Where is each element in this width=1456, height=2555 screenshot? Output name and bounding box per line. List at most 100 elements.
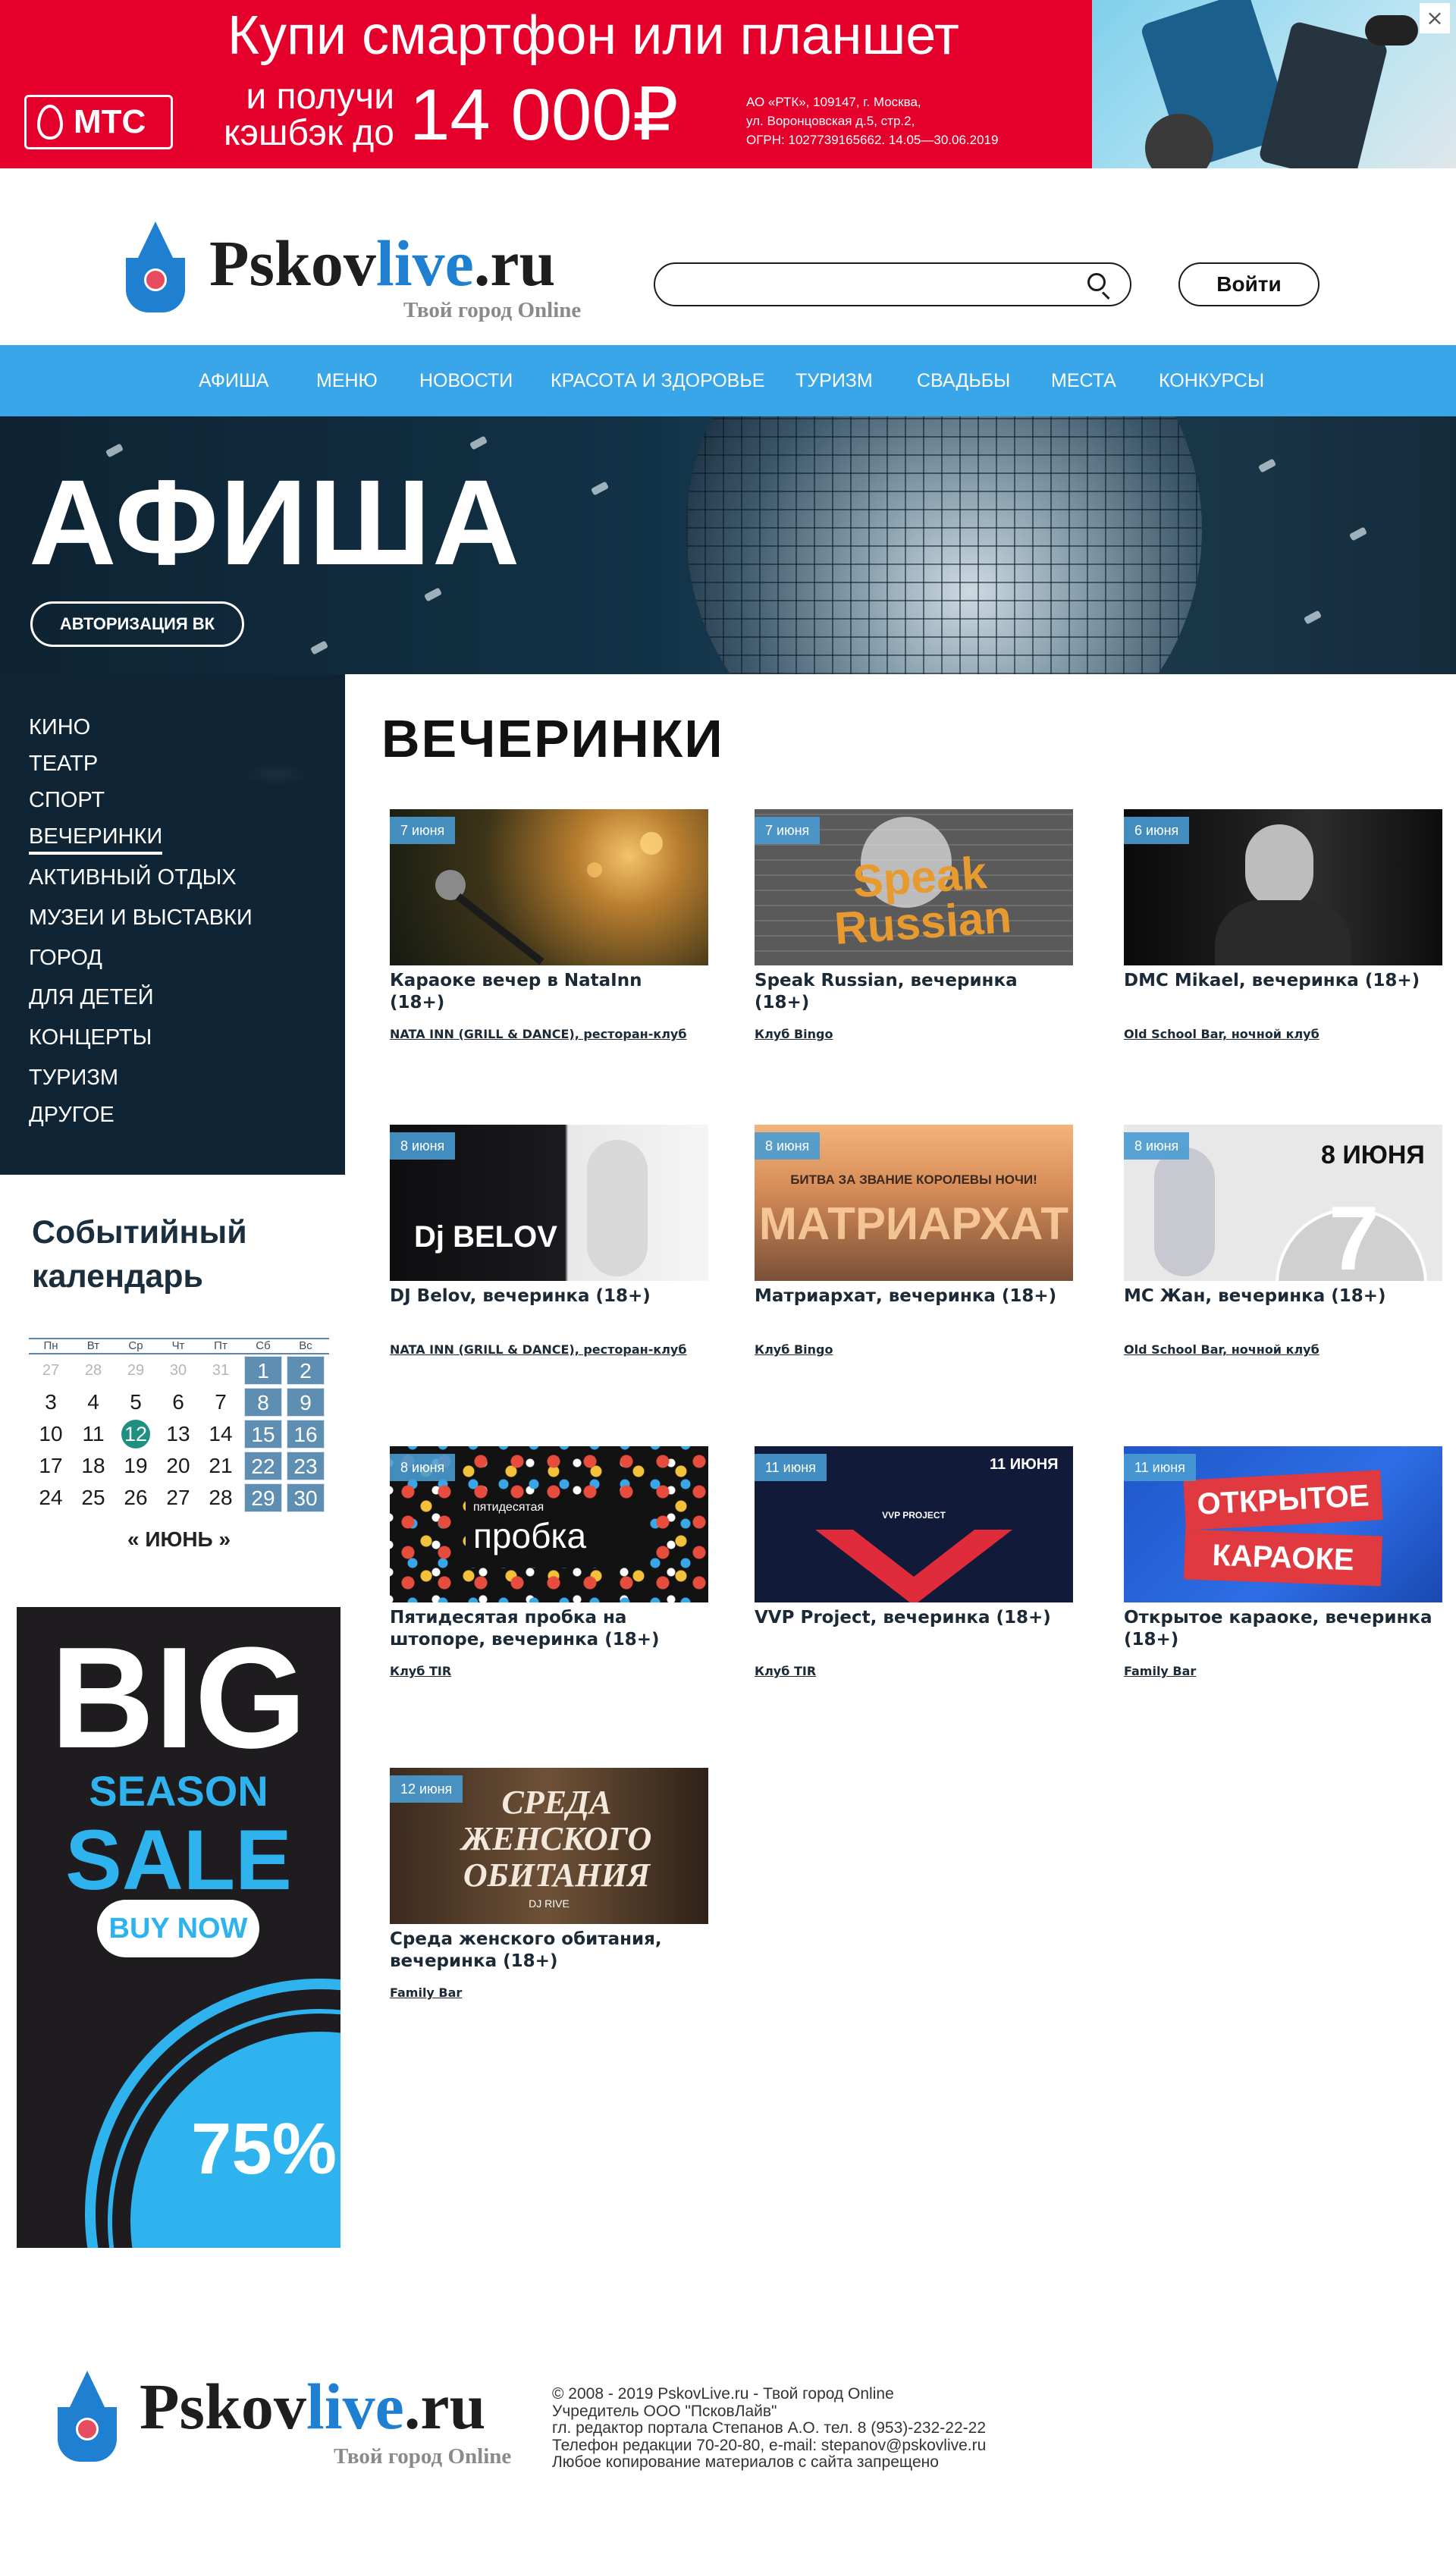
calendar-day[interactable]: 19 [117, 1452, 155, 1480]
calendar-day[interactable]: 8 [244, 1388, 282, 1417]
event-image[interactable]: 11 ИЮНЯ VVP PROJECT 11 июня [755, 1446, 1073, 1602]
event-image[interactable]: Speak Russian 7 июня [755, 809, 1073, 965]
event-place-link[interactable]: NATA INN (GRILL & DANCE), ресторан-клуб [390, 1342, 687, 1358]
calendar-day[interactable]: 29 [117, 1356, 155, 1385]
event-place-link[interactable]: Old School Bar, ночной клуб [1124, 1342, 1320, 1358]
event-image[interactable]: 7 июня [390, 809, 708, 965]
event-title[interactable]: Speak Russian, вечеринка (18+) [755, 970, 1065, 1014]
calendar-day[interactable]: 25 [74, 1483, 112, 1512]
search-box[interactable] [654, 262, 1131, 306]
calendar-day[interactable]: 16 [287, 1420, 325, 1449]
event-image[interactable]: ОТКРЫТОЕ КАРАОКЕ 11 июня [1124, 1446, 1442, 1602]
event-place-link[interactable]: Family Bar [1124, 1663, 1196, 1680]
calendar-day[interactable]: 31 [202, 1356, 240, 1385]
event-title[interactable]: Караоке вечер в NataInn (18+) [390, 970, 701, 1014]
site-logo[interactable]: Pskovlive.ru [209, 229, 555, 297]
sidebar-item-cinema[interactable]: КИНО [29, 714, 90, 741]
calendar-day[interactable]: 29 [244, 1483, 282, 1512]
event-place-link[interactable]: Клуб TIR [390, 1663, 451, 1680]
sidebar-item-kids[interactable]: ДЛЯ ДЕТЕЙ [29, 984, 154, 1011]
event-image[interactable]: БИТВА ЗА ЗВАНИЕ КОРОЛЕВЫ НОЧИ! МАТРИАРХА… [755, 1125, 1073, 1281]
nav-item-weddings[interactable]: СВАДЬБЫ [917, 368, 1010, 394]
calendar-day[interactable]: 6 [159, 1388, 197, 1417]
calendar-day[interactable]: 1 [244, 1356, 282, 1385]
sidebar-item-tourism[interactable]: ТУРИЗМ [29, 1064, 118, 1091]
calendar-day[interactable]: 27 [32, 1356, 70, 1385]
close-icon[interactable]: × [1420, 3, 1450, 33]
calendar-day[interactable]: 30 [159, 1356, 197, 1385]
calendar-day-today[interactable]: 12 [117, 1420, 155, 1449]
event-title[interactable]: Матриархат, вечеринка (18+) [755, 1285, 1065, 1307]
event-title[interactable]: DMC Mikael, вечеринка (18+) [1124, 970, 1435, 992]
nav-item-tourism[interactable]: ТУРИЗМ [795, 368, 873, 394]
calendar-day[interactable]: 26 [117, 1483, 155, 1512]
search-input[interactable] [673, 270, 1068, 299]
sidebar-item-concerts[interactable]: КОНЦЕРТЫ [29, 1024, 152, 1051]
chevron-left-icon[interactable]: « [127, 1527, 140, 1551]
calendar-day[interactable]: 3 [32, 1388, 70, 1417]
event-image[interactable]: 8 ИЮНЯ 7 8 июня [1124, 1125, 1442, 1281]
nav-item-afisha[interactable]: АФИША [199, 368, 268, 394]
event-place-link[interactable]: Клуб TIR [755, 1663, 816, 1680]
calendar-day[interactable]: 13 [159, 1420, 197, 1449]
calendar-day[interactable]: 28 [202, 1483, 240, 1512]
sidebar-item-museums[interactable]: МУЗЕИ И ВЫСТАВКИ [29, 904, 253, 931]
event-place-link[interactable]: Клуб Bingo [755, 1342, 833, 1358]
calendar-day[interactable]: 20 [159, 1452, 197, 1480]
event-place-link[interactable]: Family Bar [390, 1985, 462, 2001]
sidebar-item-city[interactable]: ГОРОД [29, 944, 102, 971]
footer-logo-mascot-icon[interactable] [58, 2371, 117, 2478]
event-image[interactable]: СРЕДА ЖЕНСКОГО ОБИТАНИЯ DJ RIVE 12 июня [390, 1768, 708, 1924]
nav-item-places[interactable]: МЕСТА [1051, 368, 1116, 394]
calendar-day[interactable]: 10 [32, 1420, 70, 1449]
calendar-day[interactable]: 9 [287, 1388, 325, 1417]
calendar-day[interactable]: 5 [117, 1388, 155, 1417]
calendar-day[interactable]: 4 [74, 1388, 112, 1417]
chevron-right-icon[interactable]: » [218, 1527, 231, 1551]
calendar-day[interactable]: 23 [287, 1452, 325, 1480]
sidebar-item-other[interactable]: ДРУГОЕ [29, 1101, 115, 1128]
sidebar-item-active-rest[interactable]: АКТИВНЫЙ ОТДЫХ [29, 864, 237, 891]
event-place-link[interactable]: Old School Bar, ночной клуб [1124, 1026, 1320, 1043]
calendar-day[interactable]: 11 [74, 1420, 112, 1449]
nav-item-beauty[interactable]: КРАСОТА И ЗДОРОВЬЕ [551, 368, 764, 394]
event-place-link[interactable]: Клуб Bingo [755, 1026, 833, 1043]
event-image[interactable]: пятидесятая пробка 8 июня [390, 1446, 708, 1602]
event-title[interactable]: MC Жан, вечеринка (18+) [1124, 1285, 1435, 1307]
search-icon[interactable] [1086, 272, 1113, 300]
logo-mascot-icon[interactable] [126, 221, 185, 329]
event-title[interactable]: DJ Belov, вечеринка (18+) [390, 1285, 701, 1307]
event-place-link[interactable]: NATA INN (GRILL & DANCE), ресторан-клуб [390, 1026, 687, 1043]
sidebar-item-theatre[interactable]: ТЕАТР [29, 750, 98, 777]
event-title[interactable]: Среда женского обитания, вечеринка (18+) [390, 1929, 701, 1973]
calendar-day[interactable]: 22 [244, 1452, 282, 1480]
calendar-day[interactable]: 27 [159, 1483, 197, 1512]
footer-logo[interactable]: Pskovlive.ru [140, 2372, 485, 2440]
calendar-day[interactable]: 14 [202, 1420, 240, 1449]
sidebar-item-parties[interactable]: ВЕЧЕРИНКИ [29, 823, 163, 855]
event-title[interactable]: Открытое караоке, вечеринка (18+) [1124, 1607, 1435, 1651]
calendar-day[interactable]: 15 [244, 1420, 282, 1449]
sidebar-item-sport[interactable]: СПОРТ [29, 786, 105, 814]
event-title[interactable]: VVP Project, вечеринка (18+) [755, 1607, 1065, 1629]
vk-auth-button[interactable]: АВТОРИЗАЦИЯ ВК [30, 601, 244, 647]
login-button[interactable]: Войти [1178, 262, 1320, 306]
nav-item-news[interactable]: НОВОСТИ [419, 368, 513, 394]
calendar-day[interactable]: 21 [202, 1452, 240, 1480]
calendar-day[interactable]: 18 [74, 1452, 112, 1480]
calendar-day[interactable]: 17 [32, 1452, 70, 1480]
calendar-day[interactable]: 28 [74, 1356, 112, 1385]
calendar-day[interactable]: 24 [32, 1483, 70, 1512]
calendar-day[interactable]: 2 [287, 1356, 325, 1385]
event-image[interactable]: 6 июня [1124, 809, 1442, 965]
event-image-text: 8 ИЮНЯ [1321, 1141, 1425, 1169]
top-ad-banner[interactable]: МТС Купи смартфон или планшет и получи к… [0, 0, 1456, 168]
nav-item-menu[interactable]: МЕНЮ [316, 368, 378, 394]
event-title[interactable]: Пятидесятая пробка на штопоре, вечеринка… [390, 1607, 701, 1651]
event-image[interactable]: Dj BELOV 8 июня [390, 1125, 708, 1281]
calendar-day[interactable]: 30 [287, 1483, 325, 1512]
calendar-day[interactable]: 7 [202, 1388, 240, 1417]
nav-item-contests[interactable]: КОНКУРСЫ [1159, 368, 1264, 394]
side-ad-banner[interactable]: BIG SEASON SALE BUY NOW 75% [17, 1607, 340, 2248]
buy-now-button[interactable]: BUY NOW [97, 1900, 259, 1957]
